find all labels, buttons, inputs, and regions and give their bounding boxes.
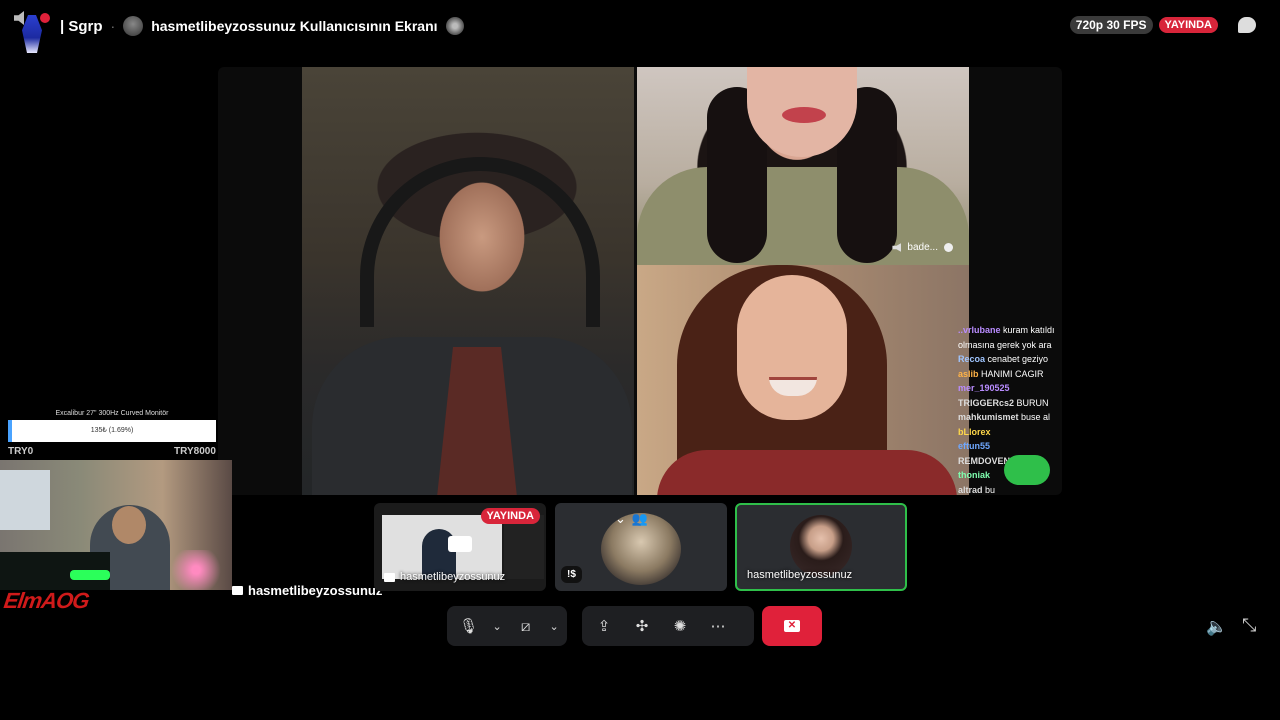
chat-text: bu — [982, 484, 996, 495]
green-cursor-highlight — [1004, 455, 1050, 485]
muted-speaker-icon — [892, 243, 902, 252]
top-bar-right: 720p 30 FPS YAYINDA — [1069, 16, 1256, 34]
chat-message: ..vrlubane kuram katıldı — [958, 323, 1062, 338]
chat-message: mahkumismet buse al — [958, 410, 1062, 425]
chat-message: mer_190525 — [958, 381, 1062, 396]
chat-message: altrad bu — [958, 483, 1062, 496]
thumbnail-name-label: hasmetlibeyzossunuz — [384, 571, 505, 583]
separator: · — [110, 18, 116, 34]
monitor-icon — [448, 536, 472, 552]
chat-username: REMDOVEN — [958, 455, 1011, 466]
chat-message: olmasına gerek yok ara — [958, 338, 1062, 353]
leave-call-icon: ✕ — [784, 620, 800, 632]
microphone-icon[interactable]: 🎙 — [451, 610, 486, 642]
channel-logo: ElmAOG — [2, 588, 91, 613]
speaker-icon — [14, 11, 24, 25]
chat-message: aslib HANIMI CAGIR — [958, 367, 1062, 382]
chat-text: HANIMI CAGIR — [978, 368, 1044, 379]
chat-username: altrad — [958, 484, 983, 495]
status-icon — [944, 243, 953, 252]
streamer-avatar — [123, 16, 144, 36]
notification-dot — [40, 13, 50, 23]
live-badge: YAYINDA — [1158, 17, 1218, 33]
main-tile-name-label: hasmetlibeyzossunuz — [232, 470, 382, 710]
chat-message: TRIGGERcs2 BURUN — [958, 396, 1062, 411]
chevron-down-icon[interactable]: ⌄ — [488, 610, 506, 642]
camera-off-icon[interactable]: ⧄ — [508, 610, 543, 642]
chat-message: eftun55 — [958, 439, 1062, 454]
chat-username: ..vrlubane — [958, 325, 1001, 335]
chat-username: mer_190525 — [958, 383, 1010, 393]
chat-username: Recoa — [958, 354, 986, 364]
goal-progress-text: 135₺ (1.69%) — [90, 427, 134, 434]
activity-controls: ⇪ ✣ ✺ ⋯ — [582, 606, 754, 646]
more-icon[interactable]: ⋯ — [700, 610, 736, 642]
chat-username: eftun55 — [958, 441, 991, 451]
screen-share-icon — [232, 585, 243, 595]
chat-username: thoniak — [958, 470, 991, 480]
screen-share-icon[interactable]: ⇪ — [586, 610, 622, 642]
stream-quality-badge: 720p 30 FPS — [1069, 16, 1153, 34]
chat-username: TRIGGERcs2 — [958, 397, 1015, 408]
thumbnail-screen-share[interactable]: YAYINDA hasmetlibeyzossunuz — [374, 503, 546, 591]
chat-username: aslib — [958, 368, 979, 379]
main-video-tile[interactable] — [302, 67, 634, 495]
chat-text: BURUN — [1014, 397, 1049, 408]
tile-name-label: bade... — [892, 242, 953, 253]
chat-text: kuram katıldı — [1000, 325, 1055, 335]
chat-username: bLlorex — [958, 426, 991, 437]
goal-title: Excalibur 27" 300Hz Curved Monitör — [55, 410, 169, 417]
thumbnail-name-label: hasmetlibeyzossunuz — [747, 569, 853, 581]
server-avatar-icon[interactable] — [14, 7, 52, 55]
goal-progress-bar: 135₺ (1.69%) — [8, 420, 216, 442]
thumbnail-user[interactable]: ⌄ 👥 !$ — [555, 503, 727, 591]
headphones — [360, 157, 600, 327]
thumbnail-live-badge: YAYINDA — [480, 508, 540, 524]
chat-username: mahkumismet — [958, 412, 1019, 422]
users-icon[interactable]: 👥 — [632, 511, 648, 527]
user-tag: !$ — [561, 566, 582, 583]
chat-message: bLlorex — [958, 425, 1062, 440]
screen-share-icon — [384, 572, 395, 582]
activities-icon[interactable]: ✣ — [624, 610, 660, 642]
chevron-down-icon[interactable]: ⌄ — [545, 610, 563, 642]
stream-title: hasmetlibeyzossunuz Kullanıcısının Ekran… — [151, 18, 438, 34]
thumbnail-speaking-user[interactable]: hasmetlibeyzossunuz — [735, 503, 907, 591]
camera-tile-top[interactable]: bade... — [637, 67, 969, 267]
volume-icon[interactable]: 🔈 — [1206, 617, 1227, 637]
chat-text: olmasına gerek yok ara — [958, 339, 1052, 350]
chat-icon[interactable] — [1238, 17, 1256, 33]
stream-status-icon — [445, 17, 464, 35]
server-name: | Sgrp — [60, 17, 103, 35]
user-avatar — [790, 515, 852, 577]
stage-grid: bade... ..vrlubane kuram katıldı olmasına… — [218, 67, 1062, 495]
streamer-webcam — [0, 460, 232, 590]
top-bar-left: | Sgrp · hasmetlibeyzossunuz Kullanıcısı… — [14, 11, 464, 53]
media-controls: 🎙 ⌄ ⧄ ⌄ — [447, 606, 567, 646]
exit-fullscreen-icon[interactable]: ⤡ — [1242, 615, 1256, 636]
chat-message: Recoa cenabet geziyo — [958, 352, 1062, 367]
chevron-down-icon[interactable]: ⌄ — [615, 511, 626, 527]
goal-min: TRY0 — [8, 446, 34, 457]
chat-text: buse al — [1018, 412, 1051, 422]
chat-text: cenabet geziyo — [985, 354, 1049, 364]
camera-tile-bottom[interactable] — [637, 265, 969, 495]
goal-max: TRY8000 — [174, 446, 216, 457]
thumbnail-controls: ⌄ 👥 — [615, 511, 648, 527]
soundboard-icon[interactable]: ✺ — [662, 610, 698, 642]
leave-call-button[interactable]: ✕ — [762, 606, 822, 646]
